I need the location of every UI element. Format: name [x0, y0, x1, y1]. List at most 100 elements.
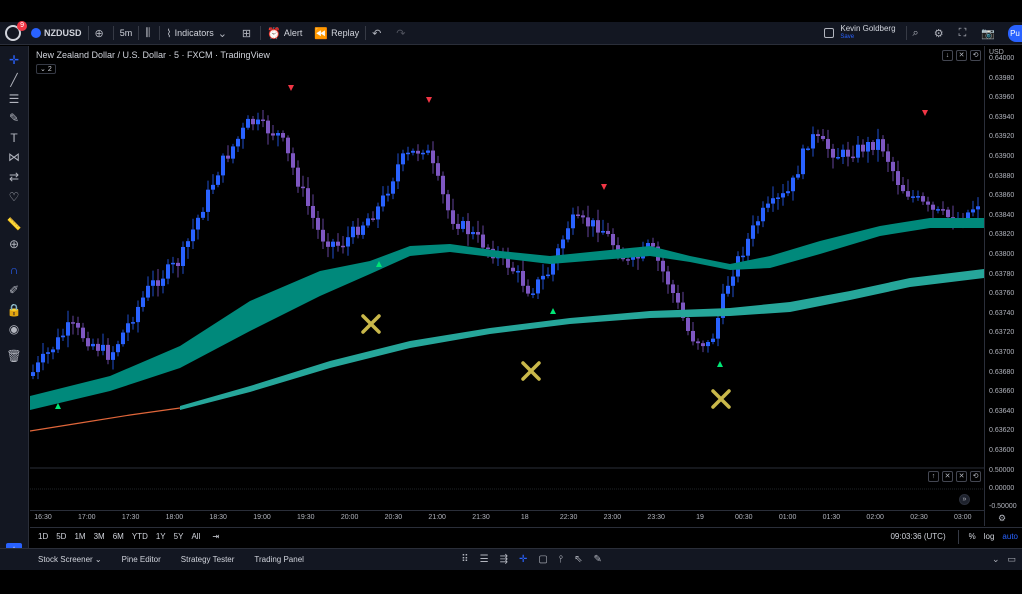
range-button-6m[interactable]: 6M [109, 532, 128, 541]
candle-body [921, 196, 925, 202]
candle-body [276, 133, 280, 136]
chevron-down-icon: ⌄ [217, 27, 227, 40]
scroll-to-realtime-icon[interactable]: » [959, 494, 970, 505]
range-button-5y[interactable]: 5Y [170, 532, 188, 541]
date-range-bar: 1D 5D 1M 3M 6M YTD 1Y 5Y All ⇥ 09:03:36 (UTC) % … [30, 527, 1022, 545]
candle-body [876, 139, 880, 150]
horizontal-lines-icon[interactable]: ☰ [6, 91, 22, 107]
candle-body [296, 167, 300, 187]
candle-body [896, 171, 900, 186]
legend-collapse-toggle[interactable]: ⌄ 2 [36, 64, 56, 74]
magnet-icon[interactable]: ∩ [6, 262, 22, 278]
lock-icon[interactable]: 🔒 [6, 302, 22, 318]
stay-drawing-icon[interactable]: ✐ [6, 282, 22, 298]
maximize-pane-icon[interactable]: ✕ [956, 471, 967, 482]
rectangle-icon[interactable]: ▢ [538, 554, 547, 565]
text-icon[interactable]: T [6, 130, 22, 146]
undo-button[interactable]: ↶ [366, 22, 390, 45]
zoom-in-icon[interactable]: ⊕ [6, 236, 22, 252]
range-button-1d[interactable]: 1D [34, 532, 52, 541]
compare-symbol-button[interactable]: ⊕ [89, 22, 113, 45]
chart-type-button[interactable]: ⫼ [139, 22, 159, 45]
scroll-down-icon[interactable]: ↓ [942, 50, 953, 61]
trash-icon[interactable]: 🗑 [6, 348, 22, 364]
range-button-1y[interactable]: 1Y [152, 532, 170, 541]
quick-search-button[interactable]: ⌕ [907, 22, 928, 45]
candle-body [456, 223, 460, 229]
bottom-tab-trading-panel[interactable]: Trading Panel [244, 555, 314, 564]
publish-button[interactable]: Pu [1008, 25, 1022, 42]
drag-handle-icon[interactable]: ⠿ [461, 554, 468, 565]
candle-body [251, 118, 255, 125]
candle-body [386, 193, 390, 196]
fullscreen-toggle-button[interactable] [818, 22, 840, 45]
snapshot-button[interactable]: 📷 [975, 22, 1004, 45]
candle-body [781, 193, 785, 198]
bottom-tab-pine-editor[interactable]: Pine Editor [112, 555, 171, 564]
candle-body [91, 343, 95, 347]
maximize-icon[interactable]: ▭ [1007, 554, 1016, 565]
range-button-all[interactable]: All [187, 532, 204, 541]
pen-icon[interactable]: ✎ [594, 554, 602, 565]
range-button-1m[interactable]: 1M [70, 532, 89, 541]
range-button-3m[interactable]: 3M [90, 532, 109, 541]
profile-name: Kevin Goldberg [840, 24, 896, 33]
arrow-up-icon[interactable]: ↑ [928, 471, 939, 482]
eye-icon[interactable]: ◉ [6, 321, 22, 337]
fullscreen-button[interactable]: ⛶ [953, 22, 976, 45]
time-tick-label: 00:30 [735, 514, 753, 521]
lines-list-icon[interactable]: ⇶ [500, 554, 508, 565]
crosshair-icon[interactable]: ✛ [6, 52, 22, 68]
candle-body [161, 278, 165, 286]
candle-body [46, 352, 50, 354]
axis-settings-icon[interactable]: ⚙ [998, 513, 1006, 524]
go-to-date-icon[interactable]: ⇥ [208, 532, 223, 541]
candle-body [76, 322, 80, 328]
candle-body [931, 204, 935, 210]
vertical-line-icon[interactable]: ⫯ [559, 554, 563, 565]
brush-icon[interactable]: ✎ [6, 110, 22, 126]
pane-settings-icon[interactable]: ⟲ [970, 471, 981, 482]
user-avatar-icon[interactable]: 9 [5, 21, 27, 41]
indicators-button[interactable]: ⌇ Indicators ⌄ [160, 22, 236, 45]
redo-button[interactable]: ↷ [390, 22, 414, 45]
replay-button[interactable]: ⏪ Replay [308, 22, 365, 45]
interval-button[interactable]: 5m [114, 22, 139, 45]
crosshair-icon[interactable]: ✛ [519, 554, 527, 565]
pattern-icon[interactable]: ⋈ [6, 149, 22, 165]
ruler-icon[interactable]: 📏 [6, 216, 22, 232]
collapse-icon[interactable]: ✕ [956, 50, 967, 61]
minimize-icon[interactable]: ⌄ [992, 554, 1000, 565]
time-axis[interactable]: 16:30 17:00 17:30 18:00 18:30 19:00 19:30 20:00… [30, 510, 984, 526]
fast-ema-ribbon[interactable] [30, 218, 984, 410]
candle-body [401, 153, 405, 165]
alert-button[interactable]: ⏰ Alert [261, 22, 308, 45]
layouts-button[interactable]: ⊞ [236, 22, 260, 45]
price-axis[interactable]: USD 0.64000 0.63980 0.63960 0.63940 0.63920 0… [984, 46, 1022, 526]
percent-toggle[interactable]: % [965, 532, 980, 541]
cursor-icon[interactable]: ⇖ [574, 554, 582, 565]
settings-button[interactable]: ⚙ [928, 22, 953, 45]
candle-body [561, 239, 565, 249]
price-chart[interactable] [30, 46, 984, 510]
time-tick-label: 01:30 [822, 514, 841, 521]
log-toggle[interactable]: log [980, 532, 999, 541]
bottom-tab-strategy-tester[interactable]: Strategy Tester [171, 555, 245, 564]
auto-toggle[interactable]: auto [998, 532, 1022, 541]
restore-icon[interactable]: ⟲ [970, 50, 981, 61]
candle-body [626, 259, 630, 261]
trend-line-icon[interactable]: ╱ [6, 72, 22, 88]
bottom-tab-stock-screener[interactable]: Stock Screener ⌄ [28, 555, 112, 564]
utc-clock[interactable]: 09:03:36 (UTC) [886, 532, 949, 541]
profile-button[interactable]: Kevin Goldberg Save [840, 24, 895, 42]
close-pane-icon[interactable]: ✕ [942, 471, 953, 482]
prediction-icon[interactable]: ⇄ [6, 169, 22, 185]
range-button-5d[interactable]: 5D [52, 532, 70, 541]
x-marker-icon [361, 314, 381, 334]
range-button-ytd[interactable]: YTD [128, 532, 152, 541]
symbol-search-button[interactable]: NZDUSD [25, 22, 88, 45]
candle-body [726, 285, 730, 294]
chart-legend-title[interactable]: New Zealand Dollar / U.S. Dollar · 5 · F… [36, 50, 270, 60]
horizontal-lines-icon[interactable]: ☰ [480, 554, 489, 565]
heart-icon[interactable]: ♡ [6, 189, 22, 205]
